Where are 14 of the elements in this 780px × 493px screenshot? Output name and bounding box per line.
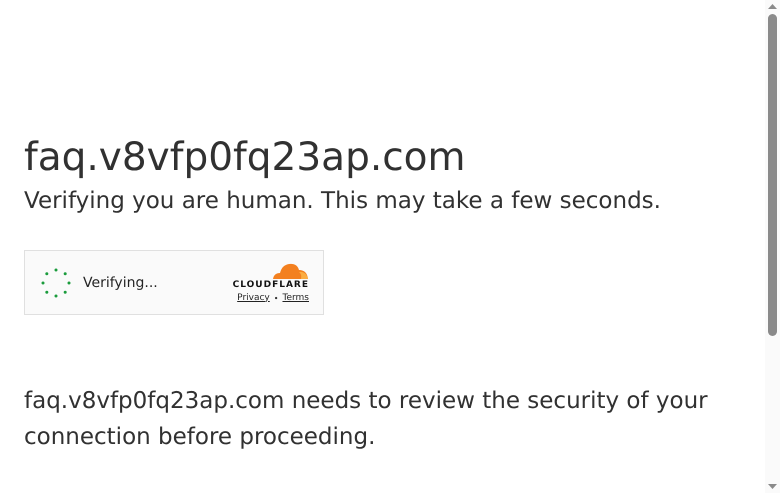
scroll-down-icon[interactable] xyxy=(768,484,777,489)
security-message: faq.v8vfp0fq23ap.com needs to review the security of your connection before proceeding. xyxy=(24,387,709,452)
status-text: Verifying... xyxy=(83,274,159,290)
privacy-link[interactable]: Privacy xyxy=(237,292,270,304)
verification-text: Verifying you are human. This may take a few seconds. xyxy=(24,187,661,216)
cloud-icon xyxy=(271,262,309,280)
scrollbar[interactable] xyxy=(765,0,780,493)
scroll-thumb[interactable] xyxy=(768,14,777,336)
scroll-up-icon[interactable] xyxy=(768,4,777,9)
site-heading: faq.v8vfp0fq23ap.com xyxy=(24,134,466,182)
terms-link[interactable]: Terms xyxy=(282,292,309,304)
separator-dot: • xyxy=(274,292,278,304)
spinner-icon xyxy=(40,266,72,298)
logo-text: CLOUDFLARE xyxy=(232,280,309,290)
